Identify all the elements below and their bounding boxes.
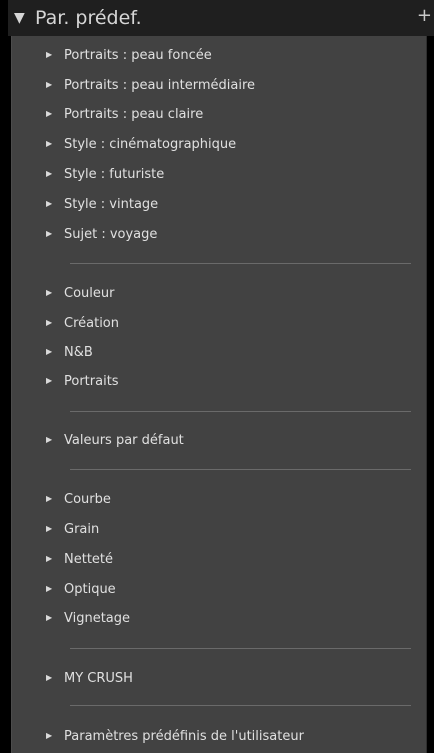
preset-item[interactable]: ▶ Portraits : peau intermédiaire bbox=[46, 75, 255, 97]
group-divider bbox=[70, 648, 411, 649]
preset-item-label: Courbe bbox=[64, 492, 111, 507]
expand-icon: ▶ bbox=[46, 584, 53, 593]
preset-item-label: Optique bbox=[64, 582, 116, 597]
panel-header[interactable]: ▼ Par. prédef. + bbox=[8, 0, 434, 36]
preset-item-label: Portraits : peau claire bbox=[64, 107, 204, 122]
preset-item-label: Création bbox=[64, 316, 120, 331]
presets-panel: ▼ Par. prédef. + ▶ Portraits : peau fonc… bbox=[0, 0, 434, 753]
preset-item[interactable]: ▶ Couleur bbox=[46, 283, 114, 305]
preset-item[interactable]: ▶ Création bbox=[46, 313, 119, 335]
preset-item[interactable]: ▶ Portraits : peau foncée bbox=[46, 45, 212, 67]
panel-title: Par. prédef. bbox=[35, 7, 142, 29]
preset-item-label: Paramètres prédéfinis de l'utilisateur bbox=[64, 729, 304, 744]
preset-item-label: Portraits bbox=[64, 374, 119, 389]
expand-icon: ▶ bbox=[46, 494, 53, 503]
preset-item[interactable]: ▶ Portraits : peau claire bbox=[46, 104, 203, 126]
group-divider bbox=[70, 705, 411, 706]
expand-icon: ▶ bbox=[46, 731, 53, 740]
preset-item[interactable]: ▶ Style : futuriste bbox=[46, 164, 164, 186]
preset-item-label: Style : vintage bbox=[64, 197, 159, 212]
expand-icon: ▶ bbox=[46, 435, 53, 444]
expand-icon: ▶ bbox=[46, 139, 53, 148]
expand-icon: ▶ bbox=[46, 318, 53, 327]
preset-item[interactable]: ▶ Sujet : voyage bbox=[46, 224, 157, 246]
preset-item-label: Netteté bbox=[64, 552, 114, 567]
preset-item[interactable]: ▶ Valeurs par défaut bbox=[46, 430, 184, 452]
expand-icon: ▶ bbox=[46, 199, 53, 208]
expand-icon: ▶ bbox=[46, 80, 53, 89]
preset-item-label: Style : futuriste bbox=[64, 167, 165, 182]
group-divider bbox=[70, 263, 411, 264]
preset-item[interactable]: ▶ Courbe bbox=[46, 489, 111, 511]
preset-item[interactable]: ▶ N&B bbox=[46, 342, 93, 364]
expand-icon: ▶ bbox=[46, 347, 53, 356]
preset-item[interactable]: ▶ Style : cinématographique bbox=[46, 134, 236, 156]
preset-list: ▶ Portraits : peau foncée ▶ Portraits : … bbox=[11, 36, 427, 753]
expand-icon: ▶ bbox=[46, 673, 53, 682]
preset-item-label: Vignetage bbox=[64, 611, 131, 626]
preset-item-label: Portraits : peau foncée bbox=[64, 48, 212, 63]
expand-icon: ▶ bbox=[46, 169, 53, 178]
preset-item-label: Portraits : peau intermédiaire bbox=[64, 78, 256, 93]
preset-item[interactable]: ▶ Style : vintage bbox=[46, 194, 158, 216]
preset-item[interactable]: ▶ MY CRUSH bbox=[46, 668, 133, 690]
preset-item-label: N&B bbox=[64, 345, 93, 360]
preset-item[interactable]: ▶ Grain bbox=[46, 519, 99, 541]
preset-item[interactable]: ▶ Vignetage bbox=[46, 608, 130, 630]
expand-icon: ▶ bbox=[46, 376, 53, 385]
preset-item-label: Valeurs par défaut bbox=[64, 433, 184, 448]
preset-item-label: Sujet : voyage bbox=[64, 227, 158, 242]
group-divider bbox=[70, 411, 411, 412]
preset-item-label: Grain bbox=[64, 522, 100, 537]
group-divider bbox=[70, 469, 411, 470]
expand-icon: ▶ bbox=[46, 288, 53, 297]
preset-item-label: MY CRUSH bbox=[64, 671, 133, 686]
preset-item[interactable]: ▶ Optique bbox=[46, 579, 116, 601]
expand-icon: ▶ bbox=[46, 229, 53, 238]
expand-icon: ▶ bbox=[46, 524, 53, 533]
preset-item[interactable]: ▶ Netteté bbox=[46, 549, 113, 571]
expand-icon: ▶ bbox=[46, 50, 53, 59]
preset-item[interactable]: ▶ Portraits bbox=[46, 371, 119, 393]
preset-item[interactable]: ▶ Paramètres prédéfinis de l'utilisateur bbox=[46, 726, 304, 748]
expand-icon: ▶ bbox=[46, 613, 53, 622]
collapse-icon[interactable]: ▼ bbox=[14, 10, 25, 26]
add-preset-button[interactable]: + bbox=[417, 7, 432, 25]
preset-item-label: Couleur bbox=[64, 286, 115, 301]
expand-icon: ▶ bbox=[46, 109, 53, 118]
preset-item-label: Style : cinématographique bbox=[64, 137, 237, 152]
expand-icon: ▶ bbox=[46, 554, 53, 563]
